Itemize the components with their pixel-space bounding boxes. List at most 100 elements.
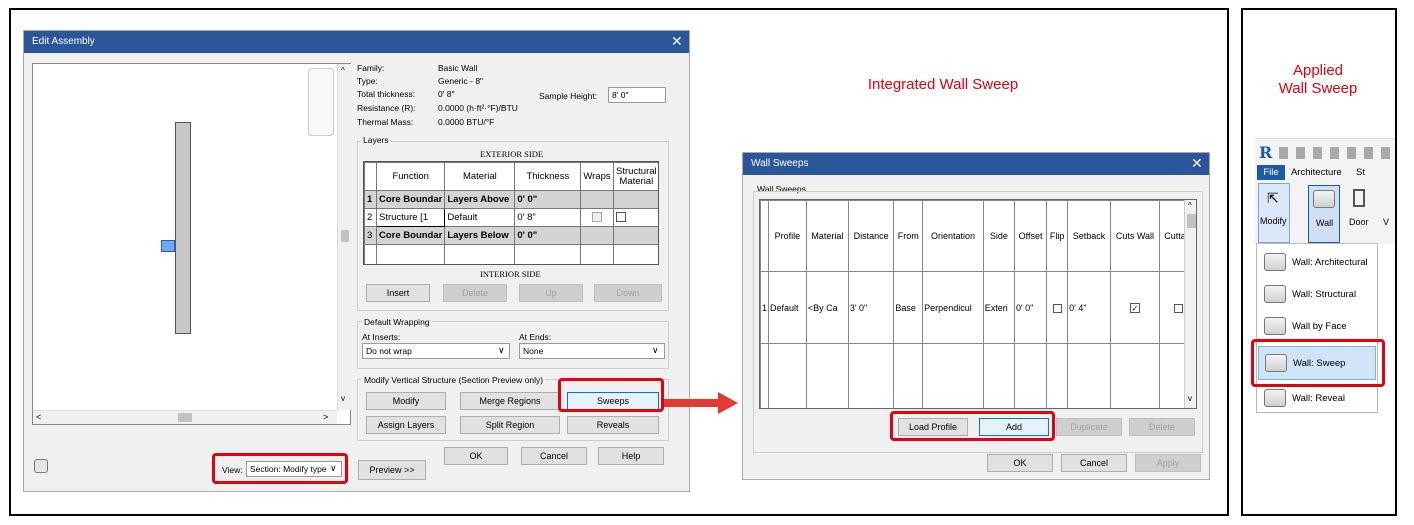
horizontal-scrollbar[interactable]: < > (33, 410, 337, 424)
sweeps-highlight (558, 378, 664, 412)
scroll-down-icon[interactable]: v (341, 394, 345, 403)
menu-wall-by-face[interactable]: Wall by Face (1258, 309, 1376, 343)
scroll-thumb[interactable] (341, 230, 349, 242)
wall-icon (1264, 285, 1286, 303)
hscroll-thumb[interactable] (178, 413, 192, 422)
revit-logo-icon[interactable]: R (1259, 143, 1272, 162)
delete-button[interactable]: Delete (443, 284, 507, 302)
scroll-up-icon[interactable]: ^ (341, 66, 345, 75)
nav-wheel-icon[interactable] (308, 68, 334, 136)
col-distance: Distance (847, 200, 895, 273)
up-button[interactable]: Up (519, 284, 583, 302)
sweep-marker (161, 240, 175, 252)
door-tool[interactable]: Door (1347, 185, 1375, 243)
table-row[interactable]: 2 Structure [1 Default 0' 8" (364, 208, 658, 227)
resistance-label: Resistance (R): (357, 103, 416, 113)
table-row[interactable]: 1 Core Boundar Layers Above 0' 0" (364, 190, 658, 209)
type-value: Generic - 8" (438, 76, 484, 86)
menu-wall-structural[interactable]: Wall: Structural (1258, 277, 1376, 311)
dialog-title: Wall Sweeps (751, 158, 809, 169)
interior-side: INTERIOR SIDE (480, 269, 541, 279)
door-label: Door (1349, 217, 1369, 227)
wall-section (175, 122, 191, 334)
col-structural: Structural Material (612, 162, 658, 191)
wall-label: Wall (1316, 218, 1334, 228)
close-icon[interactable]: ✕ (1191, 155, 1203, 172)
duplicate-button[interactable]: Duplicate (1056, 418, 1122, 436)
cuttable-checkbox[interactable] (1174, 303, 1184, 313)
sample-height-input[interactable]: 8' 0" (608, 87, 666, 103)
resistance-value: 0.0000 (h·ft²·°F)/BTU (438, 103, 518, 113)
scroll-right-icon[interactable]: > (323, 412, 328, 422)
help-button[interactable]: Help (598, 447, 664, 465)
col-profile: Profile (768, 200, 807, 273)
scroll-thumb[interactable] (1187, 214, 1196, 228)
chevron-down-icon: ∨ (652, 345, 659, 355)
reveals-button[interactable]: Reveals (567, 416, 659, 434)
mass-value: 0.0000 BTU/°F (438, 117, 495, 127)
close-icon[interactable]: ✕ (671, 33, 683, 50)
revit-ribbon: R File Architecture St ⇱ Modify Wall Doo… (1255, 138, 1395, 244)
split-region-button[interactable]: Split Region (460, 416, 560, 434)
file-tab[interactable]: File (1257, 165, 1285, 180)
applied-label-1: Applied (1292, 62, 1344, 79)
merge-regions-button[interactable]: Merge Regions (460, 392, 560, 410)
preview-button[interactable]: Preview >> (358, 460, 426, 480)
structural-checkbox[interactable] (615, 212, 626, 223)
wall-face-icon (1264, 317, 1286, 335)
sample-height-label: Sample Height: (539, 91, 598, 101)
col-material: Material (805, 200, 849, 273)
wall-tool[interactable]: Wall (1308, 185, 1340, 243)
modify-tool[interactable]: ⇱ Modify (1258, 183, 1290, 243)
v-label: V (1383, 217, 1390, 227)
dialog-title: Edit Assembly (32, 36, 95, 47)
title-bar (24, 31, 689, 53)
col-setback: Setback (1067, 200, 1111, 273)
wraps-checkbox[interactable] (591, 212, 602, 223)
insert-button[interactable]: Insert (366, 284, 430, 302)
layers-table: Function Material Thickness Wraps Struct… (363, 161, 659, 265)
cuts-wall-checkbox[interactable]: ✓ (1129, 302, 1140, 313)
delete-button[interactable]: Delete (1129, 418, 1195, 436)
family-value: Basic Wall (438, 63, 478, 73)
apply-button[interactable]: Apply (1135, 454, 1201, 472)
integrated-label: Integrated Wall Sweep (867, 76, 1019, 93)
table-row[interactable]: 3 Core Boundar Layers Below 0' 0" (364, 226, 658, 245)
at-ends-label: At Ends: (519, 332, 552, 342)
assign-layers-button[interactable]: Assign Layers (366, 416, 446, 434)
cancel-button[interactable]: Cancel (1061, 454, 1127, 472)
scroll-down-icon[interactable]: v (1188, 394, 1192, 403)
modify-button[interactable]: Modify (366, 392, 446, 410)
section-preview[interactable]: ^ v < > (32, 63, 351, 425)
menu-wall-architectural[interactable]: Wall: Architectural (1258, 245, 1376, 279)
scroll-up-icon[interactable]: ^ (1188, 201, 1192, 210)
view-highlight (212, 453, 348, 484)
quick-access-icons[interactable] (1279, 147, 1391, 159)
tab-architecture[interactable]: Architecture (1291, 167, 1342, 178)
cancel-button[interactable]: Cancel (521, 447, 587, 465)
arrow-icon (664, 392, 738, 414)
cursor-icon: ⇱ (1267, 190, 1279, 206)
ok-button[interactable]: OK (987, 454, 1053, 472)
down-button[interactable]: Down (594, 284, 662, 302)
thickness-value: 0' 8" (438, 89, 455, 99)
at-ends-select[interactable]: None (519, 343, 665, 359)
col-num (364, 162, 377, 191)
table-row[interactable]: 1 Default <By Ca 3' 0" Base Perpendicul … (760, 271, 1196, 344)
thickness-label: Total thickness: (357, 89, 416, 99)
layers-label: Layers (361, 135, 391, 145)
col-orientation: Orientation (922, 200, 984, 273)
mass-label: Thermal Mass: (357, 117, 414, 127)
vertical-scrollbar[interactable]: ^ v (1184, 200, 1196, 408)
wall-sweep-highlight (1251, 339, 1385, 387)
tab-st[interactable]: St (1356, 167, 1365, 178)
scroll-left-icon[interactable]: < (36, 412, 41, 422)
ok-button[interactable]: OK (444, 447, 508, 465)
at-inserts-label: At Inserts: (362, 332, 401, 342)
at-inserts-select[interactable]: Do not wrap (362, 343, 510, 359)
load-add-highlight (890, 411, 1055, 441)
flip-checkbox[interactable] (1052, 303, 1062, 313)
col-num (760, 200, 770, 273)
view-cube-icon[interactable] (34, 459, 48, 473)
vertical-scrollbar[interactable]: ^ v (337, 64, 351, 410)
